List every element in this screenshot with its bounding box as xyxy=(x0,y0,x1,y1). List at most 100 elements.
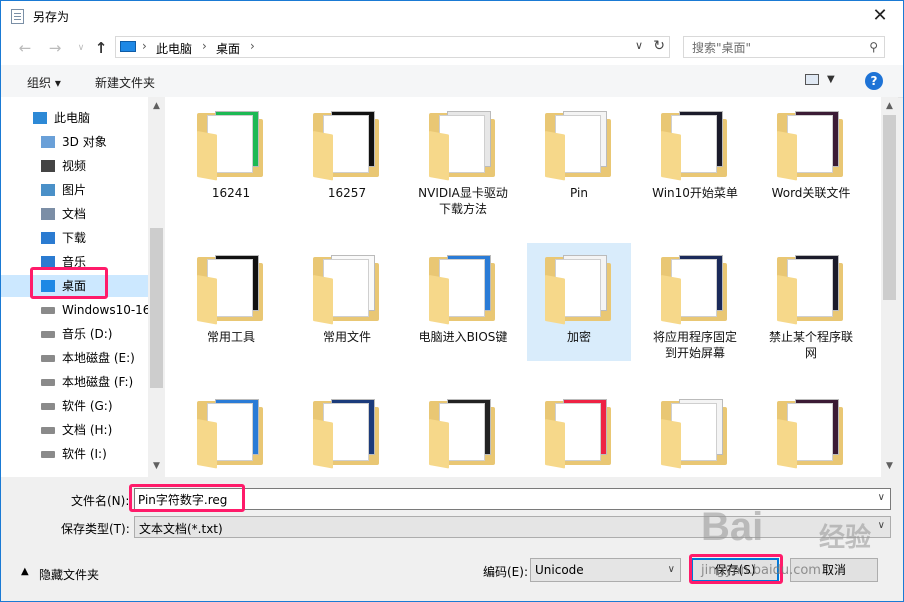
scroll-up-arrow-icon[interactable]: ▲ xyxy=(148,101,165,111)
sidebar-item-label: 软件 (G:) xyxy=(62,399,113,413)
chevron-right-icon[interactable]: › xyxy=(142,39,147,53)
scrollbar-thumb[interactable] xyxy=(883,115,896,300)
search-icon[interactable]: ⚲ xyxy=(869,40,878,54)
file-list-scrollbar[interactable]: ▲ ▼ xyxy=(881,97,898,477)
folder-label-line: NVIDIA显卡驱动 xyxy=(418,186,508,200)
close-button[interactable]: ✕ xyxy=(857,1,903,31)
sidebar-item[interactable]: 图片 xyxy=(1,179,149,201)
chevron-down-icon[interactable]: ∨ xyxy=(668,564,675,575)
folder-item[interactable]: 16257 xyxy=(295,99,399,217)
sidebar-item[interactable]: 软件 (G:) xyxy=(1,395,149,417)
search-input[interactable] xyxy=(690,39,854,57)
folder-item[interactable]: 禁止某个程序联网 xyxy=(759,243,863,361)
chevron-right-icon[interactable]: › xyxy=(250,39,255,53)
navigation-bar: ← → ∨ ↑ › 此电脑 › 桌面 › ∨ ↻ ⚲ xyxy=(1,31,903,65)
folder-item[interactable] xyxy=(179,387,283,477)
sidebar-item[interactable]: 本地磁盘 (E:) xyxy=(1,347,149,369)
cancel-button[interactable]: 取消 xyxy=(790,558,878,582)
filename-input[interactable] xyxy=(138,491,838,507)
recent-chevron-icon[interactable]: ∨ xyxy=(71,39,91,57)
folder-item[interactable]: 16241 xyxy=(179,99,283,217)
folder-label-line: 16257 xyxy=(327,186,367,200)
title-bar: 另存为 ✕ xyxy=(1,1,903,31)
folder-item[interactable]: 常用工具 xyxy=(179,243,283,361)
sidebar-item[interactable]: 文档 xyxy=(1,203,149,225)
folder-icon xyxy=(777,255,847,325)
hide-folders-button[interactable]: 隐藏文件夹 xyxy=(39,566,99,583)
folder-item[interactable]: Word关联文件 xyxy=(759,99,863,217)
scroll-down-arrow-icon[interactable]: ▼ xyxy=(148,461,165,471)
folder-label-line: 16241 xyxy=(211,186,251,200)
sidebar-item[interactable]: 音乐 (D:) xyxy=(1,323,149,345)
view-icon[interactable] xyxy=(805,74,819,85)
organize-button[interactable]: 组织 ▾ xyxy=(27,74,61,91)
sidebar-item[interactable]: 此电脑 xyxy=(1,107,149,129)
folder-item[interactable]: NVIDIA显卡驱动 下载方法 xyxy=(411,99,515,217)
sidebar-item[interactable]: Windows10-16 xyxy=(1,299,150,321)
sidebar-item-label: 音乐 xyxy=(62,255,87,269)
desktop-icon xyxy=(41,280,55,292)
navigation-scrollbar[interactable]: ▲ ▼ xyxy=(148,97,165,477)
filetype-select[interactable]: 文本文档(*.txt) ∨ xyxy=(134,516,891,538)
view-dropdown-icon[interactable]: ▼ xyxy=(827,74,835,85)
folder-item[interactable]: Win10开始菜单 xyxy=(643,99,747,217)
navigation-pane: 此电脑 3D 对象 视频 图片 文档 下载 音乐 桌面 Windows10-16 音乐 (D:) 本… xyxy=(1,97,165,477)
chevron-down-icon[interactable]: ∨ xyxy=(635,39,643,52)
folder-label: 加密 xyxy=(527,329,631,345)
refresh-icon[interactable]: ↻ xyxy=(653,38,665,54)
folder-item[interactable] xyxy=(643,387,747,477)
folder-icon xyxy=(777,111,847,181)
sidebar-item[interactable]: 桌面 xyxy=(1,275,149,297)
chevron-down-icon[interactable]: ∨ xyxy=(878,492,885,503)
encoding-select[interactable]: Unicode ∨ xyxy=(530,558,681,582)
help-button[interactable]: ? xyxy=(865,72,883,90)
file-list: 16241 16257 NVIDIA显卡驱动 下载方法 Pin Win10开始菜单 Word… xyxy=(165,97,881,477)
computer-icon xyxy=(120,41,136,52)
folder-label-line: 禁止某个程序联 xyxy=(768,330,853,344)
sidebar-item[interactable]: 视频 xyxy=(1,155,149,177)
folder-item[interactable] xyxy=(527,387,631,477)
breadcrumb-this-pc[interactable]: 此电脑 xyxy=(156,40,192,57)
sidebar-item[interactable]: 下载 xyxy=(1,227,149,249)
folder-label-line: 下载方法 xyxy=(438,202,487,216)
sidebar-item[interactable]: 本地磁盘 (F:) xyxy=(1,371,149,393)
save-button[interactable]: 保存(S) xyxy=(691,558,779,582)
up-arrow-icon[interactable]: ↑ xyxy=(91,39,111,57)
folder-icon xyxy=(545,111,615,181)
folder-icon xyxy=(313,399,383,469)
forward-arrow-icon[interactable]: → xyxy=(45,39,65,57)
filetype-value: 文本文档(*.txt) xyxy=(139,522,223,536)
folder-item[interactable] xyxy=(411,387,515,477)
folder-item[interactable]: 电脑进入BIOS键 xyxy=(411,243,515,361)
sidebar-item[interactable]: 音乐 xyxy=(1,251,149,273)
back-arrow-icon[interactable]: ← xyxy=(15,39,35,57)
folder-item[interactable]: 将应用程序固定 到开始屏幕 xyxy=(643,243,747,361)
filename-field[interactable]: ∨ xyxy=(134,488,891,510)
sidebar-item[interactable]: 软件 (I:) xyxy=(1,443,149,465)
sidebar-item[interactable]: 3D 对象 xyxy=(1,131,149,153)
folder-label: 16257 xyxy=(295,185,399,201)
chevron-down-icon[interactable]: ∨ xyxy=(878,520,885,531)
folder-label: 常用工具 xyxy=(179,329,283,345)
folder-item[interactable]: 加密 xyxy=(527,243,631,361)
sidebar-item-label: 本地磁盘 (F:) xyxy=(62,375,134,389)
drive-icon xyxy=(41,451,55,458)
address-bar[interactable]: › 此电脑 › 桌面 › ∨ ↻ xyxy=(115,36,670,58)
folder-item[interactable]: 常用文件 xyxy=(295,243,399,361)
sidebar-item[interactable]: 文档 (H:) xyxy=(1,419,149,441)
chevron-up-icon[interactable]: ▲ xyxy=(21,566,29,577)
scroll-up-arrow-icon[interactable]: ▲ xyxy=(881,101,898,111)
computer-icon xyxy=(33,112,47,124)
chevron-right-icon[interactable]: › xyxy=(202,39,207,53)
folder-icon xyxy=(661,399,731,469)
new-folder-button[interactable]: 新建文件夹 xyxy=(95,74,155,91)
scrollbar-thumb[interactable] xyxy=(150,228,163,388)
folder-icon xyxy=(197,399,267,469)
folder-item[interactable] xyxy=(759,387,863,477)
folder-item[interactable]: Pin xyxy=(527,99,631,217)
folder-label-line: Win10开始菜单 xyxy=(652,186,738,200)
folder-item[interactable] xyxy=(295,387,399,477)
search-box[interactable]: ⚲ xyxy=(683,36,885,58)
breadcrumb-desktop[interactable]: 桌面 xyxy=(216,40,240,57)
scroll-down-arrow-icon[interactable]: ▼ xyxy=(881,461,898,471)
